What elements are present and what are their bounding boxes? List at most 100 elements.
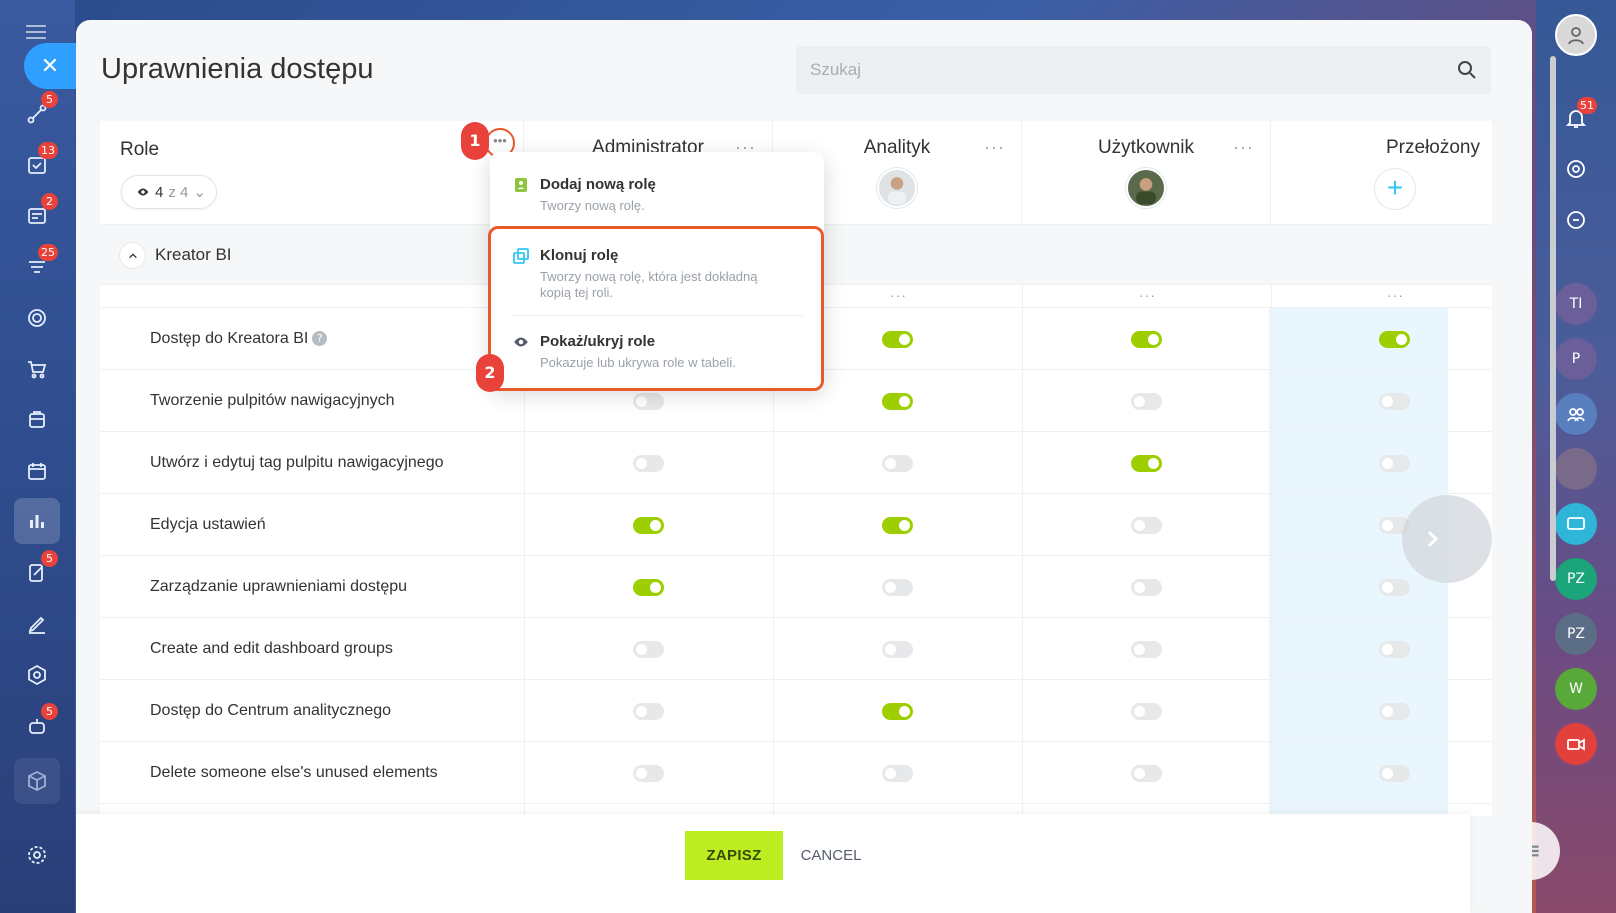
toggle-switch[interactable]	[1131, 517, 1162, 534]
photo-avatar[interactable]	[1555, 448, 1597, 490]
add-role-icon	[515, 178, 527, 192]
toggle-switch[interactable]	[882, 641, 913, 658]
cancel-button[interactable]: CANCEL	[791, 831, 871, 880]
toggle-switch[interactable]	[633, 703, 664, 720]
more-icon[interactable]: ···	[890, 287, 907, 303]
help-icon[interactable]: ?	[312, 331, 328, 346]
toggle-switch[interactable]	[882, 765, 913, 782]
news-icon[interactable]: 2	[18, 193, 58, 235]
toggle-switch[interactable]	[1379, 579, 1410, 596]
row-label: Tworzenie pulpitów nawigacyjnych	[150, 392, 395, 409]
toggle-switch[interactable]	[1379, 641, 1410, 658]
save-button[interactable]: ZAPISZ	[685, 831, 783, 880]
toggle-switch[interactable]	[633, 517, 664, 534]
toggle-switch[interactable]	[1131, 765, 1162, 782]
table-row: Create and edit dashboard groups	[100, 618, 1492, 680]
eye-icon	[137, 188, 149, 196]
avatar-ti[interactable]: TI	[1555, 283, 1597, 325]
menu-item-add-role[interactable]: Dodaj nową rolę Tworzy nową rolę.	[512, 176, 804, 214]
notifications-badge: 51	[1577, 97, 1597, 114]
annotation-step-2: 2	[476, 354, 504, 392]
toggle-switch[interactable]	[633, 579, 664, 596]
hexagon-icon[interactable]	[18, 656, 56, 694]
tasks-icon[interactable]: 13	[18, 142, 58, 184]
more-icon[interactable]: ···	[1139, 287, 1156, 303]
toggle-switch[interactable]	[882, 393, 913, 410]
toggle-switch[interactable]	[882, 517, 913, 534]
search-box	[796, 46, 1491, 94]
toggle-switch[interactable]	[1131, 455, 1162, 472]
toggle-switch[interactable]	[1131, 579, 1162, 596]
more-icon[interactable]: ···	[1387, 287, 1404, 303]
cart-icon[interactable]	[18, 350, 56, 388]
toggle-switch[interactable]	[1379, 765, 1410, 782]
calendar-icon[interactable]	[18, 452, 56, 490]
widget-icon[interactable]	[1555, 148, 1597, 190]
menu-icon[interactable]	[26, 25, 46, 39]
search-input[interactable]	[796, 46, 1491, 94]
column-header-przelozony: Przełożony +	[1271, 121, 1492, 225]
pen-icon[interactable]	[18, 605, 56, 643]
scrollbar[interactable]	[1550, 56, 1556, 581]
toggle-switch[interactable]	[882, 331, 913, 348]
member-avatar[interactable]	[877, 168, 917, 208]
member-avatar[interactable]	[1126, 168, 1166, 208]
scroll-right-button[interactable]	[1402, 495, 1492, 583]
table-row: Zarządzanie uprawnieniami dostępu	[100, 556, 1492, 618]
avatar-pz-2[interactable]: PZ	[1555, 613, 1597, 655]
box-icon[interactable]	[14, 758, 60, 804]
flows-badge: 5	[41, 91, 58, 108]
role-visibility-filter[interactable]: 4 z 4 ⌄	[121, 175, 217, 209]
toggle-switch[interactable]	[633, 641, 664, 658]
avatar-w[interactable]: W	[1555, 668, 1597, 710]
annotation-highlight-box	[488, 226, 824, 391]
add-member-button[interactable]: +	[1375, 169, 1415, 209]
flows-icon[interactable]: 5	[18, 91, 58, 133]
column-header-uzytkownik: Użytkownik ···	[1022, 121, 1271, 225]
toggle-switch[interactable]	[882, 579, 913, 596]
toggle-switch[interactable]	[1131, 393, 1162, 410]
toggle-switch[interactable]	[882, 703, 913, 720]
news-badge: 2	[41, 193, 58, 210]
toggle-switch[interactable]	[882, 455, 913, 472]
row-label: Dostęp do Kreatora BI?	[150, 330, 328, 348]
analytics-icon[interactable]	[14, 498, 60, 544]
toggle-switch[interactable]	[1131, 331, 1162, 348]
feed-icon[interactable]: 25	[18, 244, 58, 286]
toggle-switch[interactable]	[1379, 393, 1410, 410]
search-chat-icon[interactable]	[1555, 199, 1597, 241]
chevron-up-icon[interactable]	[120, 243, 145, 268]
toggle-switch[interactable]	[1379, 703, 1410, 720]
user-avatar[interactable]	[1555, 14, 1597, 56]
close-slider-button[interactable]: ✕	[24, 43, 76, 89]
menu-item-desc: Tworzy nową rolę.	[540, 198, 645, 213]
footer-bar: ZAPISZ CANCEL	[76, 814, 1470, 913]
toggle-switch[interactable]	[1379, 455, 1410, 472]
menu-item-title: Dodaj nową rolę	[540, 176, 656, 193]
section-title: Kreator BI	[155, 245, 232, 264]
avatar-p[interactable]: P	[1555, 338, 1597, 380]
table-row: Delete someone else's unused elements	[100, 742, 1492, 804]
table-row: Utwórz i edytuj tag pulpitu nawigacyjneg…	[100, 432, 1492, 494]
more-icon[interactable]: ···	[984, 137, 1005, 158]
video-icon[interactable]	[1555, 723, 1597, 765]
toggle-switch[interactable]	[633, 455, 664, 472]
bot-icon[interactable]: 5	[18, 703, 58, 745]
toggle-switch[interactable]	[633, 393, 664, 410]
toggle-switch[interactable]	[633, 765, 664, 782]
settings-gear-icon[interactable]	[18, 836, 56, 874]
store-icon[interactable]	[18, 401, 56, 439]
toggle-switch[interactable]	[1131, 641, 1162, 658]
role-filter-total: z 4	[168, 183, 189, 201]
toggle-switch[interactable]	[1131, 703, 1162, 720]
more-icon[interactable]: ···	[1233, 137, 1254, 158]
search-icon[interactable]	[1455, 58, 1479, 82]
group-chat-icon[interactable]	[1555, 393, 1597, 435]
bell-icon[interactable]: 51	[1555, 97, 1597, 139]
avatar-pz-1[interactable]: PZ	[1555, 558, 1597, 600]
sign-icon[interactable]: 5	[18, 550, 58, 592]
row-label: Edycja ustawień	[150, 516, 266, 533]
message-icon[interactable]	[1555, 503, 1597, 545]
toggle-switch[interactable]	[1379, 331, 1410, 348]
target-icon[interactable]	[18, 299, 56, 337]
